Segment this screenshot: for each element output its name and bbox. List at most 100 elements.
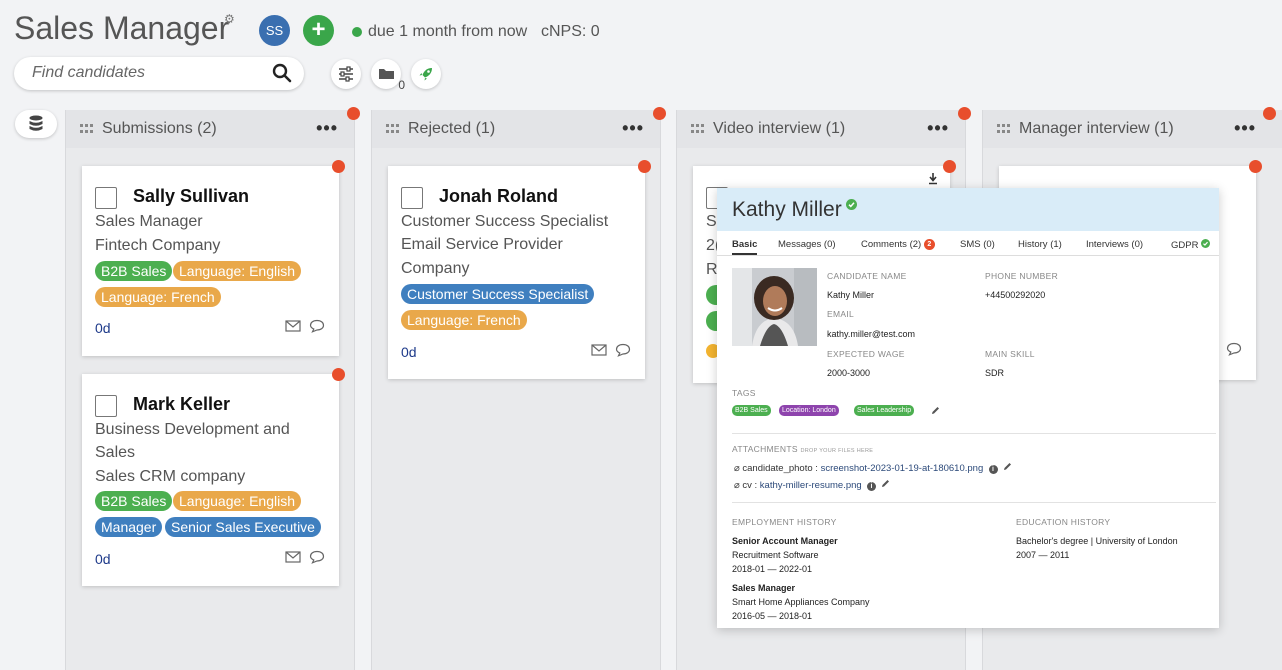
filter-button[interactable] [331, 59, 361, 89]
candidate-profile-panel: Kathy Miller Basic Messages (0) Comments… [717, 188, 1219, 628]
candidate-title: Sales Manager [95, 213, 203, 230]
search-bar [14, 57, 304, 90]
attachment-row[interactable]: ⌀ cv : kathy-miller-resume.png i [734, 479, 890, 491]
mail-icon[interactable] [285, 551, 301, 563]
notification-dot [638, 160, 651, 173]
info-icon[interactable]: i [988, 465, 998, 474]
folder-button[interactable]: 0 [371, 59, 405, 92]
notification-dot [1249, 160, 1262, 173]
info-icon[interactable]: i [866, 482, 876, 491]
tag[interactable]: Language: French [95, 287, 221, 307]
candidate-title: Business Development and [95, 421, 290, 438]
download-icon[interactable] [928, 172, 938, 185]
column-title: Manager interview (1) [1019, 120, 1174, 137]
column-header[interactable]: Submissions (2) ••• [66, 110, 354, 148]
notification-dot [958, 107, 971, 120]
add-candidate-button[interactable]: + [303, 15, 334, 46]
launch-button[interactable] [411, 59, 441, 89]
tag[interactable]: Customer Success Specialist [401, 284, 595, 304]
tag[interactable]: Language: English [173, 491, 301, 511]
tag[interactable]: Language: English [173, 261, 301, 281]
tab-gdpr[interactable]: GDPR [1171, 239, 1211, 251]
job-dates: 2016-05 — 2018-01 [732, 611, 813, 621]
attachment-file-link[interactable]: screenshot-2023-01-19-at-180610.png [821, 463, 984, 474]
candidate-card[interactable]: Mark Keller Business Development and Sal… [82, 368, 345, 586]
time-in-stage: 0d [401, 344, 417, 360]
tab-history[interactable]: History (1) [1018, 239, 1062, 250]
notification-dot [943, 160, 956, 173]
column-header[interactable]: Manager interview (1) ••• [983, 110, 1282, 148]
tag[interactable]: Language: French [401, 310, 527, 330]
attachments-hint[interactable]: DROP YOUR FILES HERE [800, 448, 873, 454]
tab-comments-label: Comments (2) [861, 239, 922, 250]
edit-icon[interactable] [1003, 462, 1012, 471]
search-icon[interactable] [272, 63, 292, 83]
attachment-row[interactable]: ⌀ candidate_photo : screenshot-2023-01-1… [734, 462, 1012, 474]
tab-messages[interactable]: Messages (0) [778, 239, 836, 250]
tag[interactable]: Senior Sales Executive [165, 517, 321, 537]
comment-icon[interactable] [309, 550, 325, 564]
profile-tag[interactable]: Location: London [779, 405, 839, 416]
column-rejected: Rejected (1) ••• Jonah Roland Customer S… [371, 107, 666, 670]
main-skill-value: SDR [985, 368, 1005, 378]
notification-dot [332, 368, 345, 381]
column-title: Video interview (1) [713, 120, 846, 137]
candidate-company: Fintech Company [95, 237, 221, 254]
column-header[interactable]: Rejected (1) ••• [372, 110, 660, 148]
attachment-key: candidate_photo : [742, 463, 818, 474]
time-in-stage: 0d [95, 551, 111, 567]
select-checkbox[interactable] [95, 395, 117, 417]
cnps-score: cNPS: 0 [541, 23, 600, 40]
search-input[interactable] [32, 64, 262, 82]
candidate-card[interactable]: Sally Sullivan Sales Manager Fintech Com… [82, 160, 345, 356]
select-checkbox[interactable] [401, 187, 423, 209]
database-button[interactable] [15, 110, 57, 138]
paperclip-icon: ⌀ [734, 480, 740, 491]
drag-handle-icon[interactable] [691, 124, 705, 134]
tag[interactable]: Manager [95, 517, 163, 537]
candidate-name: Jonah Roland [439, 186, 559, 206]
candidate-name: Sally Sullivan [133, 186, 250, 206]
profile-tabs: Basic Messages (0) Comments (2) 2 SMS (0… [717, 236, 1219, 256]
tag[interactable]: B2B Sales [95, 261, 173, 281]
gear-icon[interactable]: ⚙ [224, 12, 235, 26]
database-icon [29, 115, 43, 131]
tab-interviews[interactable]: Interviews (0) [1086, 239, 1143, 250]
candidate-company: R [706, 261, 718, 278]
attachment-file-link[interactable]: kathy-miller-resume.png [760, 480, 862, 491]
drag-handle-icon[interactable] [80, 124, 94, 134]
notification-dot [653, 107, 666, 120]
column-menu-icon[interactable]: ••• [1234, 118, 1256, 139]
column-menu-icon[interactable]: ••• [622, 118, 644, 139]
tab-comments[interactable]: Comments (2) 2 [861, 239, 935, 250]
select-checkbox[interactable] [95, 187, 117, 209]
tag[interactable]: B2B Sales [95, 491, 173, 511]
folder-icon [379, 69, 394, 79]
edit-icon[interactable] [881, 479, 890, 488]
tab-basic[interactable]: Basic [732, 239, 758, 255]
comment-icon[interactable] [1226, 342, 1242, 356]
candidate-company: Sales CRM company [95, 468, 246, 485]
avatar[interactable]: SS [259, 15, 290, 46]
edit-icon[interactable] [931, 406, 940, 415]
tab-gdpr-label: GDPR [1171, 240, 1199, 251]
job-title: Senior Account Manager [732, 536, 838, 546]
candidate-card[interactable]: Jonah Roland Customer Success Specialist… [388, 160, 651, 379]
profile-name: Kathy Miller [732, 198, 842, 221]
profile-tag[interactable]: Sales Leadership [854, 405, 915, 416]
mail-icon[interactable] [285, 320, 301, 332]
column-menu-icon[interactable]: ••• [927, 118, 949, 139]
profile-tag[interactable]: B2B Sales [732, 405, 771, 416]
drag-handle-icon[interactable] [386, 124, 400, 134]
comment-icon[interactable] [309, 319, 325, 333]
tab-sms[interactable]: SMS (0) [960, 239, 995, 250]
column-header[interactable]: Video interview (1) ••• [677, 110, 965, 148]
drag-handle-icon[interactable] [997, 124, 1011, 134]
education-degree: Bachelor's degree | University of London [1016, 536, 1178, 546]
column-menu-icon[interactable]: ••• [316, 118, 338, 139]
comment-icon[interactable] [615, 343, 631, 357]
mail-icon[interactable] [591, 344, 607, 356]
divider [732, 502, 1216, 503]
candidate-title: Sales [95, 444, 136, 461]
paperclip-icon: ⌀ [734, 463, 740, 474]
